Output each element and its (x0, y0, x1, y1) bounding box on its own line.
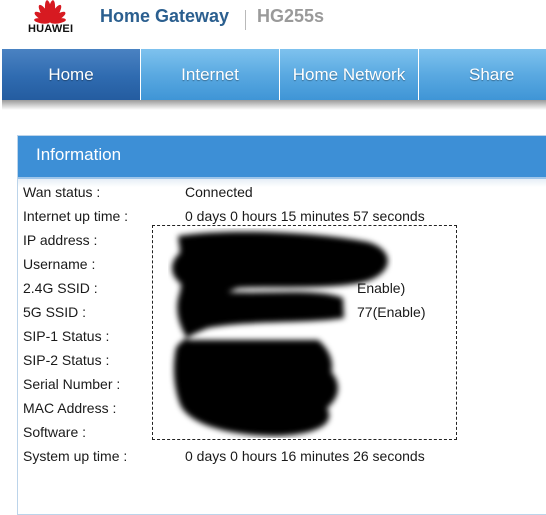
row-label: Serial Number : (23, 376, 121, 392)
row-label: IP address : (23, 232, 98, 248)
row-label: MAC Address : (23, 400, 117, 416)
row-label: 2.4G SSID : (23, 280, 98, 296)
tab-home-network[interactable]: Home Network (280, 49, 418, 100)
row-system-up-time: System up time : 0 days 0 hours 16 minut… (23, 448, 546, 472)
model-name: HG255s (257, 6, 325, 26)
brand-name: HUAWEI (28, 23, 74, 35)
row-value: 0 days 0 hours 16 minutes 26 seconds (185, 448, 425, 464)
row-label: Username : (23, 256, 96, 272)
row-label: SIP-2 Status : (23, 352, 110, 368)
row-value: Connected (185, 184, 253, 200)
row-label: SIP-1 Status : (23, 328, 110, 344)
panel-title: Information (36, 145, 122, 164)
row-label: Internet up time : (23, 208, 129, 224)
tab-home[interactable]: Home (2, 49, 140, 100)
header: HUAWEI Home Gateway HG255s (0, 0, 546, 49)
nav-shadow (2, 100, 546, 110)
row-label: System up time : (23, 448, 128, 464)
main-nav: Home Internet Home Network Share (2, 49, 546, 100)
redaction-scribble (172, 231, 388, 436)
tab-share[interactable]: Share (419, 49, 546, 100)
row-label: Wan status : (23, 184, 101, 200)
tab-internet[interactable]: Internet (141, 49, 279, 100)
title-divider (245, 10, 246, 30)
row-wan-status: Wan status : Connected (23, 184, 546, 208)
page-title: Home Gateway (100, 6, 230, 26)
row-label: Software : (23, 424, 87, 440)
row-label: 5G SSID : (23, 304, 87, 320)
row-value: 0 days 0 hours 15 minutes 57 seconds (185, 208, 425, 224)
panel-header: Information (18, 136, 546, 179)
